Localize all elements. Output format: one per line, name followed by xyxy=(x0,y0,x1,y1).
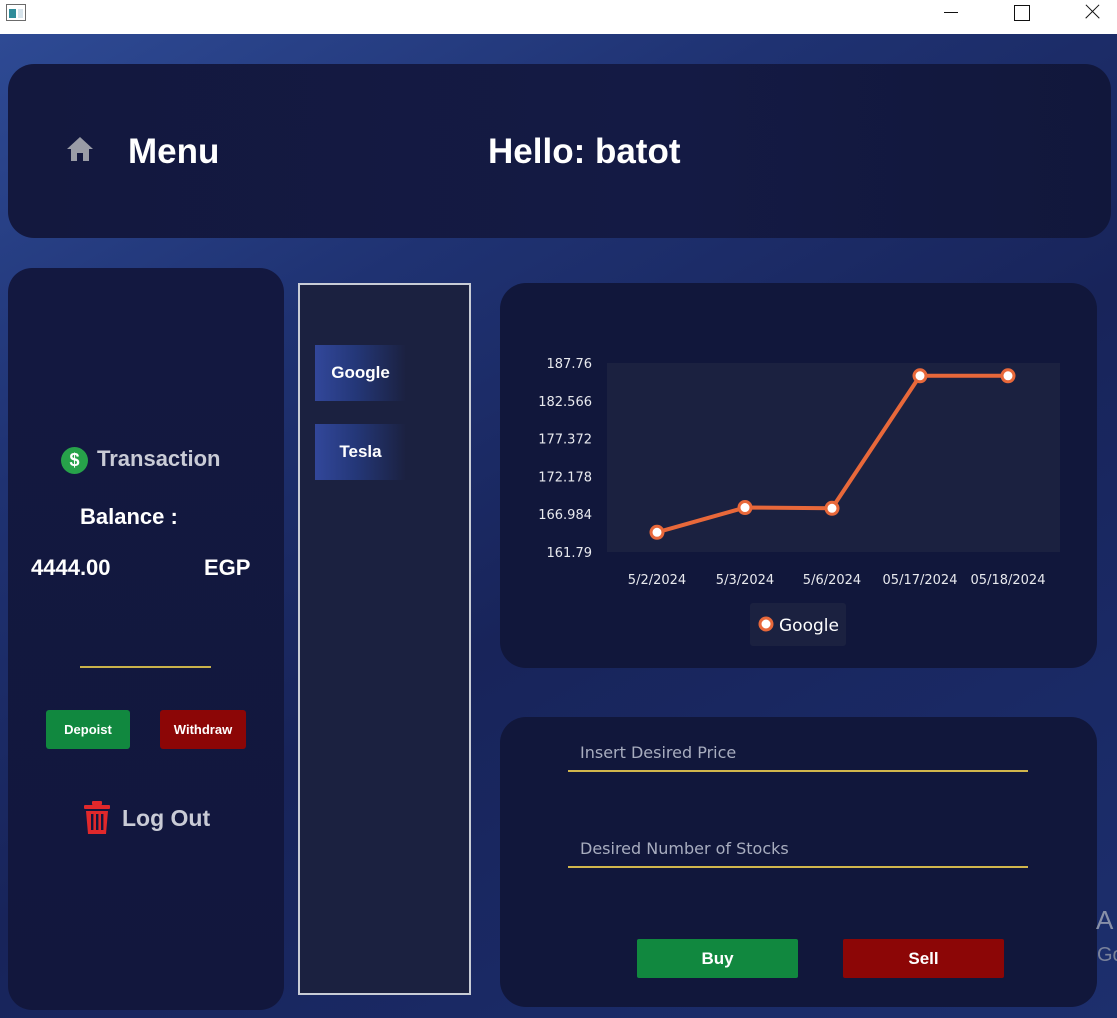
legend-marker xyxy=(758,616,774,632)
account-panel: $ Transaction Balance : 4444.00 EGP Depo… xyxy=(8,268,284,1010)
close-icon[interactable] xyxy=(1068,0,1114,30)
header-panel: Menu Hello: batot xyxy=(8,64,1111,238)
data-point xyxy=(824,500,840,516)
y-tick-label: 177.372 xyxy=(538,433,592,448)
x-tick-label: 5/6/2024 xyxy=(803,573,861,588)
data-point xyxy=(649,524,665,540)
greeting-text: Hello: batot xyxy=(488,132,681,171)
x-tick-label: 5/2/2024 xyxy=(628,573,686,588)
currency-label: EGP xyxy=(204,555,251,580)
logout-label: Log Out xyxy=(122,805,211,831)
menu-label[interactable]: Menu xyxy=(128,132,219,172)
app-icon xyxy=(6,4,26,21)
buy-button[interactable]: Buy xyxy=(637,939,798,978)
stock-item-tesla[interactable]: Tesla xyxy=(315,424,406,480)
title-bar xyxy=(0,0,1117,34)
stock-list: Google Tesla xyxy=(298,283,471,995)
legend-label: Google xyxy=(779,616,839,636)
maximize-icon[interactable] xyxy=(998,0,1044,30)
sell-button[interactable]: Sell xyxy=(843,939,1004,978)
trash-icon xyxy=(84,801,110,834)
x-tick-label: 5/3/2024 xyxy=(716,573,774,588)
activation-watermark-title: A xyxy=(1096,905,1114,935)
x-tick-label: 05/17/2024 xyxy=(883,573,958,588)
balance-label: Balance : xyxy=(80,504,178,529)
logout-button[interactable]: Log Out xyxy=(82,801,232,837)
chart-panel: 187.76 182.566 177.372 172.178 166.984 161.79… xyxy=(500,283,1097,668)
y-tick-label: 182.566 xyxy=(538,395,592,410)
data-point xyxy=(737,500,753,516)
balance-value: 4444.00 xyxy=(31,555,111,580)
desired-stocks-input[interactable] xyxy=(568,830,1028,868)
y-tick-label: 161.79 xyxy=(547,546,593,561)
amount-input[interactable] xyxy=(80,644,211,668)
y-tick-label: 172.178 xyxy=(538,470,592,485)
data-point xyxy=(912,368,928,384)
minimize-icon[interactable] xyxy=(928,0,974,30)
y-tick-label: 187.76 xyxy=(547,357,593,372)
desired-price-input[interactable] xyxy=(568,734,1028,772)
y-tick-label: 166.984 xyxy=(538,508,592,523)
price-chart: 187.76 182.566 177.372 172.178 166.984 161.79… xyxy=(538,357,1060,646)
transaction-label[interactable]: Transaction xyxy=(97,446,220,472)
deposit-button[interactable]: Depoist xyxy=(46,710,130,749)
x-tick-label: 05/18/2024 xyxy=(971,573,1046,588)
withdraw-button[interactable]: Withdraw xyxy=(160,710,246,749)
stock-item-google[interactable]: Google xyxy=(315,345,406,401)
data-point xyxy=(1000,368,1016,384)
trade-panel: Buy Sell xyxy=(500,717,1097,1007)
home-icon[interactable] xyxy=(66,136,94,162)
activation-watermark-subtitle: Go xyxy=(1097,944,1117,966)
plot-area xyxy=(607,363,1060,552)
dollar-icon: $ xyxy=(61,447,88,474)
